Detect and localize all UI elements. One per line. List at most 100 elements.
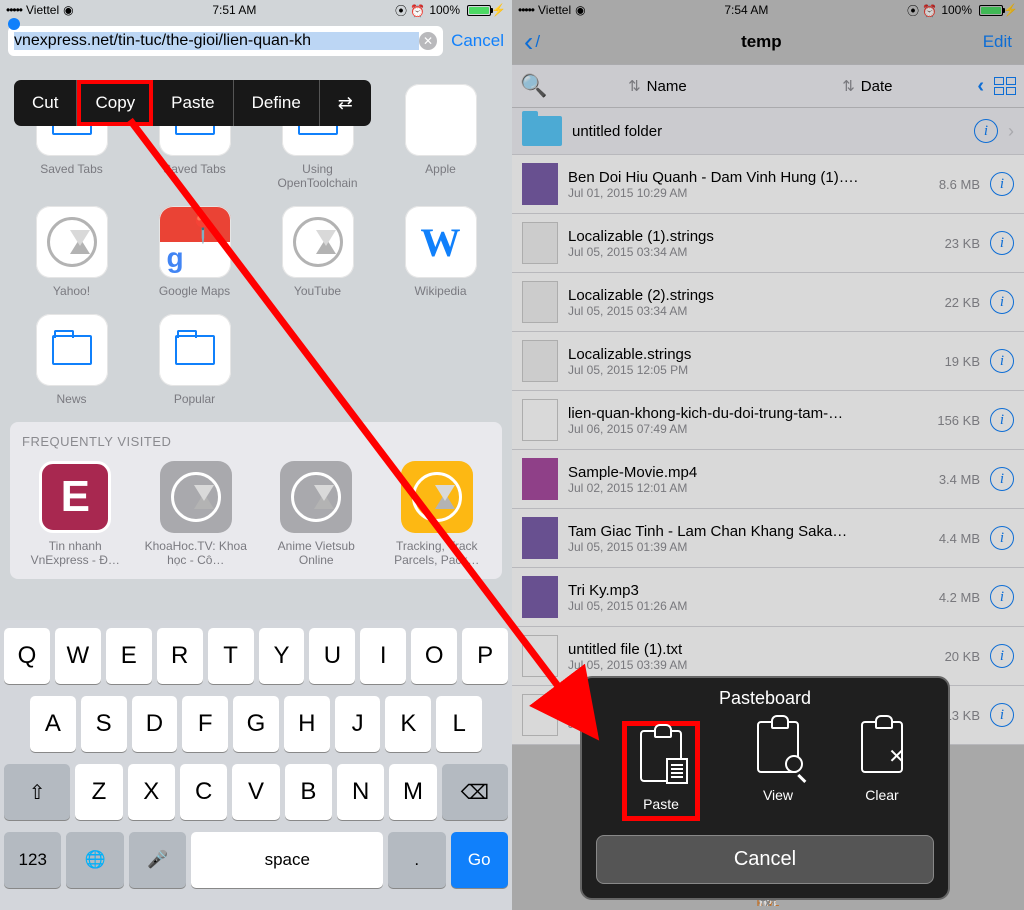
sort-date[interactable]: ⇅Date [767,77,967,95]
pasteboard-cancel[interactable]: Cancel [596,835,934,884]
nav-title: temp [741,32,782,52]
info-icon[interactable]: i [990,172,1014,196]
pasteboard-sheet: Pasteboard Paste View ✕ Clear Cancel [580,676,950,900]
go-key[interactable]: Go [451,832,508,888]
freq-anime[interactable]: Anime Vietsub Online [263,461,370,567]
key-n[interactable]: N [337,764,384,820]
key-a[interactable]: A [30,696,76,752]
info-icon[interactable]: i [990,526,1014,550]
file-row[interactable]: MP3 Tam Giac Tinh - Lam Chan Khang Saka…… [512,509,1024,568]
key-r[interactable]: R [157,628,203,684]
info-icon[interactable]: i [990,585,1014,609]
clear-action[interactable]: ✕ Clear [856,721,908,821]
url-field[interactable]: vnexpress.net/tin-tuc/the-gioi/lien-quan… [8,26,443,56]
key-g[interactable]: G [233,696,279,752]
key-m[interactable]: M [389,764,436,820]
favorite-gmaps[interactable]: gGoogle Maps [133,206,256,298]
globe-key[interactable]: 🌐 [66,832,123,888]
view-action[interactable]: View [752,721,804,821]
info-icon[interactable]: i [990,349,1014,373]
paste-button[interactable]: Paste [153,80,233,126]
file-row[interactable]: MP4 Sample-Movie.mp4Jul 02, 2015 12:01 A… [512,450,1024,509]
view-toggle[interactable] [994,77,1016,95]
freq-khoahoc[interactable]: KhoaHoc.TV: Khoa học - Cô… [143,461,250,567]
status-bar: ••••• Viettel ◉ 7:51 AM ⦿ ⏰ 100% ⚡ [0,0,512,20]
favorite-wikipedia[interactable]: WWikipedia [379,206,502,298]
key-d[interactable]: D [132,696,178,752]
info-icon[interactable]: i [990,231,1014,255]
safari-screen: ••••• Viettel ◉ 7:51 AM ⦿ ⏰ 100% ⚡ vnexp… [0,0,512,910]
copy-button[interactable]: Copy [77,80,153,126]
freq-vnexpress[interactable]: ETin nhanh VnExpress - Đ… [22,461,129,567]
key-s[interactable]: S [81,696,127,752]
info-icon[interactable]: i [990,290,1014,314]
key-c[interactable]: C [180,764,227,820]
key-b[interactable]: B [285,764,332,820]
cut-button[interactable]: Cut [14,80,77,126]
chevron-icon: › [1008,121,1014,142]
key-v[interactable]: V [232,764,279,820]
key-j[interactable]: J [335,696,381,752]
info-icon[interactable]: i [990,703,1014,727]
gmaps-icon: g [159,206,231,278]
status-icons: ⦿ ⏰ [907,2,937,19]
key-u[interactable]: U [309,628,355,684]
key-f[interactable]: F [182,696,228,752]
folder-row[interactable]: untitled folder i › [512,108,1024,155]
dot-key[interactable]: . [388,832,445,888]
backspace-key[interactable]: ⌫ [442,764,508,820]
key-p[interactable]: P [462,628,508,684]
numbers-key[interactable]: 123 [4,832,61,888]
key-e[interactable]: E [106,628,152,684]
clear-icon[interactable]: ✕ [419,32,437,50]
favorite-apple[interactable]: Apple [379,84,502,190]
file-row[interactable]: Localizable (2).stringsJul 05, 2015 03:3… [512,273,1024,332]
key-z[interactable]: Z [75,764,122,820]
favorite-news[interactable]: News [10,314,133,406]
key-i[interactable]: I [360,628,406,684]
favorite-yahoo[interactable]: Yahoo! [10,206,133,298]
more-icon[interactable]: ⇄ [320,80,371,126]
key-w[interactable]: W [55,628,101,684]
file-icon: MP3 [522,163,558,205]
file-row[interactable]: Localizable.stringsJul 05, 2015 12:05 PM… [512,332,1024,391]
key-k[interactable]: K [385,696,431,752]
space-key[interactable]: space [191,832,383,888]
file-row[interactable]: Localizable (1).stringsJul 05, 2015 03:3… [512,214,1024,273]
key-y[interactable]: Y [259,628,305,684]
key-t[interactable]: T [208,628,254,684]
search-icon[interactable]: 🔍 [520,73,547,99]
cancel-button[interactable]: Cancel [451,31,504,51]
back-button[interactable]: ‹/ [524,26,540,58]
key-l[interactable]: L [436,696,482,752]
file-row[interactable]: HTML lien-quan-khong-kich-du-doi-trung-t… [512,391,1024,450]
key-o[interactable]: O [411,628,457,684]
key-x[interactable]: X [128,764,175,820]
key-q[interactable]: Q [4,628,50,684]
battery-icon: ⚡ [464,3,506,17]
key-h[interactable]: H [284,696,330,752]
wikipedia-icon: W [405,206,477,278]
shift-key[interactable]: ⇧ [4,764,70,820]
file-row[interactable]: MP3 Tri Ky.mp3Jul 05, 2015 01:26 AM 4.2 … [512,568,1024,627]
favorite-popular[interactable]: Popular [133,314,256,406]
info-icon[interactable]: i [990,408,1014,432]
info-icon[interactable]: i [990,467,1014,491]
edit-button[interactable]: Edit [983,32,1012,52]
status-bar: ••••• Viettel ◉ 7:54 AM ⦿ ⏰ 100% ⚡ [512,0,1024,20]
collapse-icon[interactable]: ‹ [977,75,984,98]
text-edit-menu: Cut Copy Paste Define ⇄ [14,80,371,126]
freq-tracking[interactable]: Tracking, Track Parcels, Pack… [384,461,491,567]
mic-key[interactable]: 🎤 [129,832,186,888]
paste-action[interactable]: Paste [635,730,687,812]
file-row[interactable]: MP3 Ben Doi Hiu Quanh - Dam Vinh Hung (1… [512,155,1024,214]
define-button[interactable]: Define [234,80,320,126]
compass-icon [293,217,343,267]
keyboard: QWERTYUIOP ASDFGHJKL ⇧ ZXCVBNM ⌫ 123 🌐 🎤… [0,620,512,910]
info-icon[interactable]: i [990,644,1014,668]
favorite-youtube[interactable]: YouTube [256,206,379,298]
info-icon[interactable]: i [974,119,998,143]
sort-name[interactable]: ⇅Name [557,77,757,95]
selection-handle[interactable] [8,18,20,30]
file-icon [522,281,558,323]
